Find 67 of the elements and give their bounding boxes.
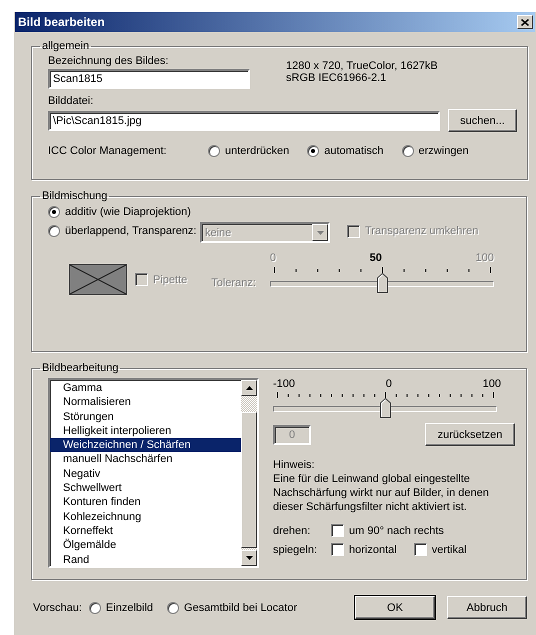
scrollbar[interactable] [241,380,257,566]
radio-button[interactable] [88,602,101,614]
arrow-down-icon [246,556,252,560]
tick-label: 100 [476,252,494,264]
tick-label: 0 [270,252,276,264]
list-item[interactable]: Kohlezeichnung [50,510,241,524]
list-item[interactable]: Störungen [50,410,241,424]
window-title: Bild bearbeiten [18,15,105,29]
cancel-button[interactable]: Abbruch [447,596,527,619]
checkbox[interactable]: um 90° nach rechts [331,524,444,537]
note-text: Eine für die Leinwand global eingestellte Nachschärfung wirkt nur auf Bilder, in denen dieser Schärfungsfilter nicht aktiviert ist. [273,472,490,514]
tick-label: 100 [482,378,501,390]
radio-button[interactable] [402,145,414,157]
radio-button[interactable] [167,602,180,614]
image-info: sRGB IEC61966-2.1 [286,72,388,84]
list-item[interactable]: Ölgemälde [50,538,241,553]
radio-button[interactable] [48,206,60,218]
list-item[interactable]: Konturen finden [50,495,241,510]
radio-label[interactable]: Einzelbild [106,602,154,614]
input-field[interactable]: \Pic\Scan1815.jpg [48,110,440,130]
radio-button[interactable] [307,145,320,157]
image-info: 1280 x 720, TrueColor, 1627kB [286,60,438,72]
dropdown: keine [200,222,330,243]
list-item[interactable]: Schwellwert [50,481,241,496]
list-item[interactable]: Helligkeit interpolieren [50,424,241,438]
filter-list[interactable]: Gamma Normalisieren Störungen Helligkeit interpolieren Weichzeichnen / Schärfen manuell Nachschärfen Negativ Schwellwert Konturen finden Kohlezeichnung Korneffekt Ölgemälde Rand [48,378,259,568]
slider-thumb[interactable] [380,398,391,418]
group-title: Bildmischung [41,190,108,202]
field-label: ICC Color Management: [48,145,168,157]
list-item[interactable]: Gamma [50,381,241,396]
radio-button[interactable] [48,225,60,237]
field-label: spiegeln: [273,544,318,556]
field-label: Vorschau: [33,602,82,614]
note-title: Hinweis: [273,458,316,472]
browse-button[interactable]: suchen... [448,109,517,132]
radio-label[interactable]: additiv (wie Diaprojektion) [65,206,191,218]
group-title: allgemein [41,40,90,52]
tick-label: -100 [273,378,296,390]
group-title: Bildbearbeitung [41,362,120,374]
radio-label[interactable]: automatisch [324,145,384,157]
list-item[interactable]: Korneffekt [50,524,241,538]
close-icon [521,18,529,26]
tick-label: 50 [370,252,382,264]
tick-label: 0 [386,378,392,390]
list-item[interactable]: Normalisieren [50,395,241,410]
list-item[interactable]: Weichzeichnen / Schärfen [50,438,241,452]
input-field[interactable]: Scan1815 [48,69,250,89]
reset-button[interactable]: zurücksetzen [425,423,515,446]
radio-button[interactable] [208,145,220,157]
caret-icon [312,224,328,241]
checkbox[interactable]: horizontal [331,543,397,556]
list-item[interactable]: Negativ [50,466,241,482]
field-label: drehen: [273,524,312,536]
arrow-up-icon [246,386,252,390]
radio-label[interactable]: Gesamtbild bei Locator [184,602,298,614]
field-label: Bilddatei: [48,95,94,107]
list-item[interactable]: Rand [50,552,241,567]
radio-label[interactable]: überlappend, Transparenz: [65,225,196,237]
field-label: Bezeichnung des Bildes: [48,55,170,67]
checkbox[interactable]: vertikal [414,543,467,556]
slider-label: Toleranz: [211,277,256,289]
color-swatch[interactable] [69,264,127,295]
close-button[interactable] [517,15,533,29]
radio-label[interactable]: erzwingen [418,145,469,157]
radio-label[interactable]: unterdrücken [225,145,290,157]
list-item[interactable]: manuell Nachschärfen [50,452,241,467]
ok-button[interactable]: OK [355,596,435,619]
